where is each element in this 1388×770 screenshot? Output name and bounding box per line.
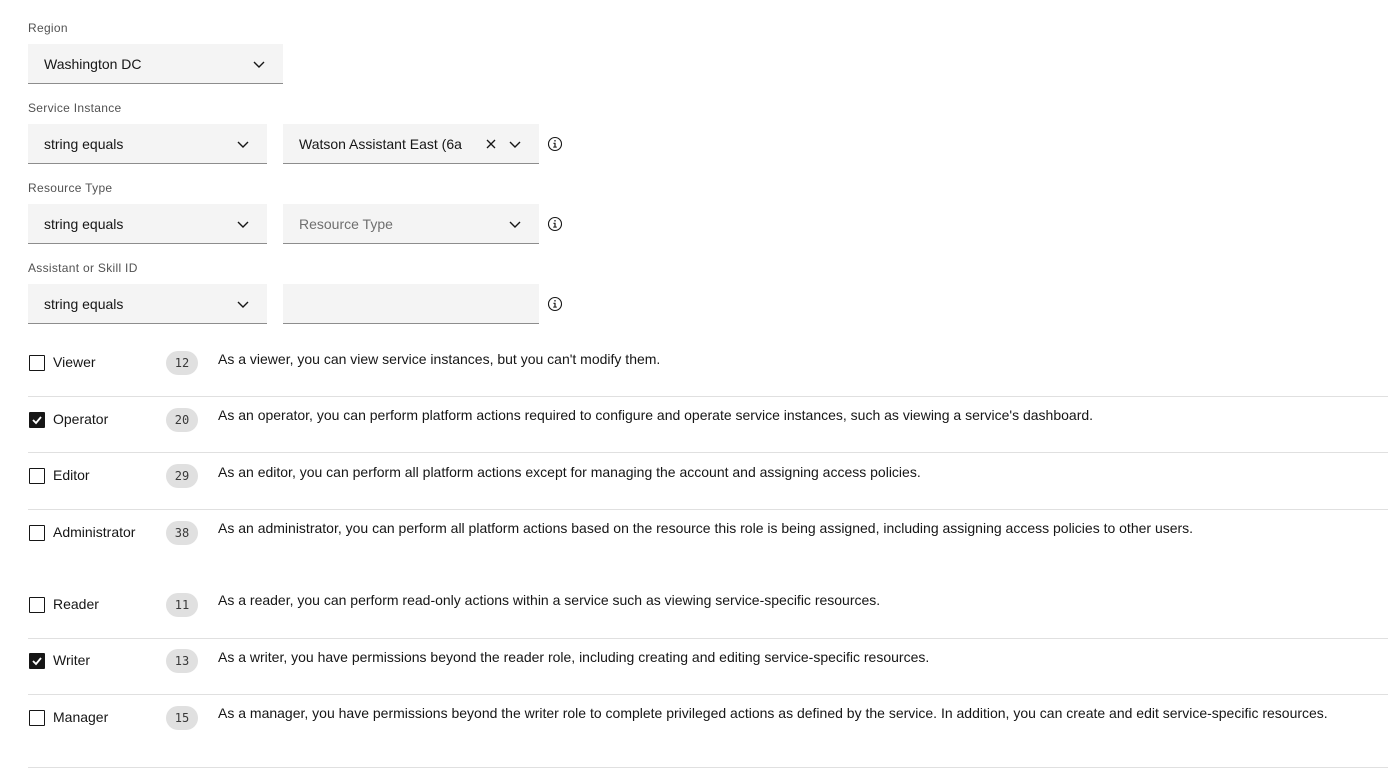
assistant-skill-id-operator-dropdown[interactable]: string equals (28, 284, 267, 324)
role-checkbox-reader[interactable] (29, 597, 45, 613)
role-name: Writer (53, 652, 91, 668)
region-label: Region (28, 21, 68, 35)
role-name: Editor (53, 467, 90, 483)
divider (28, 694, 1388, 695)
assistant-skill-id-label: Assistant or Skill ID (28, 261, 138, 275)
role-name: Operator (53, 411, 109, 427)
role-count-tag: 20 (166, 408, 198, 432)
role-checkbox-viewer[interactable] (29, 355, 45, 371)
service-instance-operator-dropdown[interactable]: string equals (28, 124, 267, 164)
assistant-skill-id-operator-value: string equals (44, 296, 124, 312)
role-checkbox-editor[interactable] (29, 468, 45, 484)
region-dropdown[interactable]: Washington DC (28, 44, 283, 84)
chevron-down-icon (509, 141, 521, 148)
divider (28, 767, 1388, 768)
divider (28, 396, 1388, 397)
information-icon[interactable] (547, 216, 563, 232)
chevron-down-icon (237, 221, 249, 228)
role-name: Viewer (53, 354, 96, 370)
chevron-down-icon (253, 61, 265, 68)
close-icon[interactable] (485, 138, 497, 150)
chevron-down-icon (509, 221, 521, 228)
role-checkbox-administrator[interactable] (29, 525, 45, 541)
resource-type-placeholder: Resource Type (299, 216, 393, 232)
role-description: As a writer, you have permissions beyond… (218, 649, 930, 665)
divider (28, 638, 1388, 639)
assistant-skill-id-input[interactable] (283, 284, 539, 324)
role-description: As an administrator, you can perform all… (218, 520, 1194, 536)
role-name: Reader (53, 596, 99, 612)
role-name: Manager (53, 709, 109, 725)
divider (28, 509, 1388, 510)
chevron-down-icon (237, 301, 249, 308)
service-instance-operator-value: string equals (44, 136, 124, 152)
service-instance-label: Service Instance (28, 101, 122, 115)
resource-type-value-dropdown[interactable]: Resource Type (283, 204, 539, 244)
role-description: As a reader, you can perform read-only a… (218, 592, 881, 608)
chevron-down-icon (237, 141, 249, 148)
service-instance-value: Watson Assistant East (6a (299, 136, 462, 152)
role-description: As an operator, you can perform platform… (218, 407, 1094, 423)
role-name: Administrator (53, 524, 136, 540)
resource-type-operator-value: string equals (44, 216, 124, 232)
checkmark-icon (32, 416, 42, 425)
role-description: As a manager, you have permissions beyon… (218, 705, 1328, 721)
role-checkbox-operator[interactable] (29, 412, 45, 428)
checkmark-icon (32, 657, 42, 666)
role-description: As an editor, you can perform all platfo… (218, 464, 921, 480)
information-icon[interactable] (547, 296, 563, 312)
role-checkbox-writer[interactable] (29, 653, 45, 669)
role-count-tag: 13 (166, 649, 198, 673)
information-icon[interactable] (547, 136, 563, 152)
role-checkbox-manager[interactable] (29, 710, 45, 726)
role-count-tag: 12 (166, 351, 198, 375)
role-count-tag: 38 (166, 521, 198, 545)
role-description: As a viewer, you can view service instan… (218, 351, 661, 367)
divider (28, 452, 1388, 453)
role-count-tag: 15 (166, 706, 198, 730)
service-instance-value-dropdown[interactable]: Watson Assistant East (6a (283, 124, 539, 164)
role-count-tag: 29 (166, 464, 198, 488)
region-value: Washington DC (44, 56, 142, 72)
resource-type-label: Resource Type (28, 181, 113, 195)
role-count-tag: 11 (166, 593, 198, 617)
resource-type-operator-dropdown[interactable]: string equals (28, 204, 267, 244)
